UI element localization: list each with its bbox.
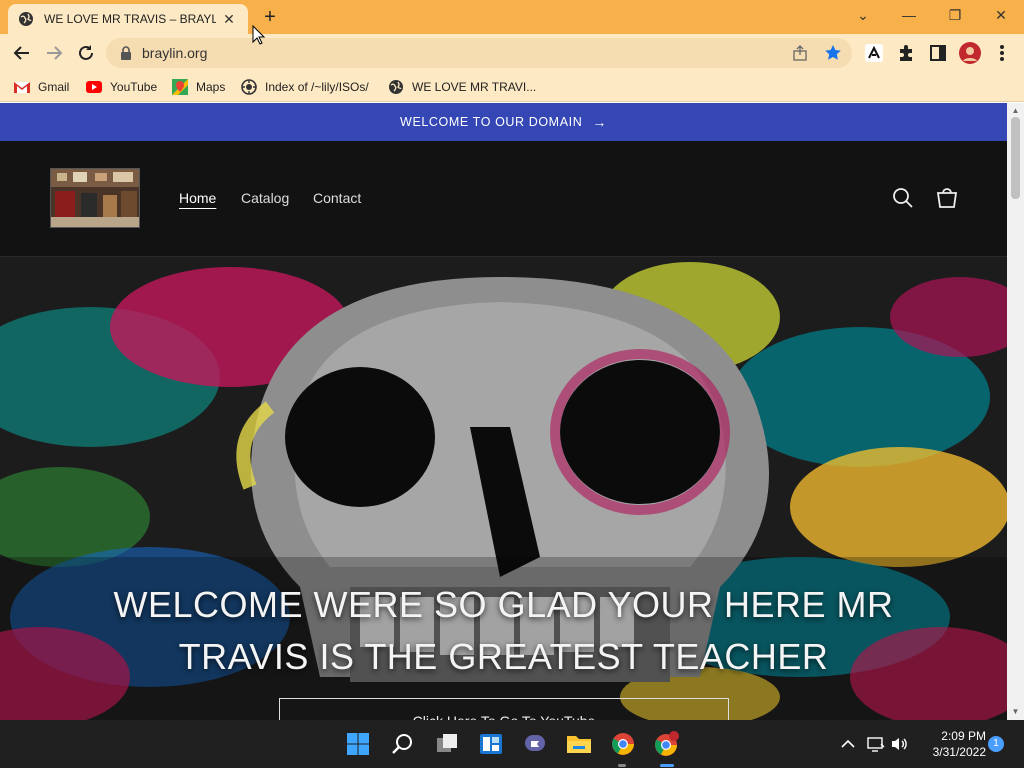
extension-a-icon[interactable] — [862, 41, 886, 65]
bookmark-star-icon[interactable] — [824, 44, 842, 62]
index-icon — [241, 79, 257, 95]
bookmark-index[interactable]: Index of /~lily/ISOs/ — [241, 76, 369, 98]
announcement-bar[interactable]: WELCOME TO OUR DOMAIN → — [0, 103, 1007, 141]
widgets-icon — [480, 734, 502, 754]
task-view-icon — [437, 734, 457, 752]
back-arrow-icon — [13, 46, 29, 60]
nav-catalog[interactable]: Catalog — [241, 190, 289, 206]
browser-menu-button[interactable] — [990, 41, 1014, 65]
running-app-indicator — [618, 764, 626, 767]
tray-overflow-button[interactable] — [834, 730, 862, 758]
gmail-icon — [14, 82, 30, 93]
share-icon[interactable] — [792, 45, 808, 61]
bookmark-label: WE LOVE MR TRAVI... — [412, 80, 537, 94]
nav-contact[interactable]: Contact — [313, 190, 361, 206]
tab-title: WE LOVE MR TRAVIS – BRAYLIN.O — [44, 12, 216, 26]
windows-start-icon — [347, 733, 369, 755]
bookmark-maps[interactable]: Maps — [172, 76, 225, 98]
store-photo-logo-icon — [51, 169, 139, 227]
scroll-down-arrow-icon[interactable]: ▼ — [1010, 706, 1021, 717]
bookmark-label: Index of /~lily/ISOs/ — [265, 80, 369, 94]
mouse-cursor-icon — [252, 25, 266, 45]
chrome-profile-taskbar-button[interactable] — [653, 730, 681, 758]
forward-button[interactable] — [42, 41, 66, 65]
chrome-profile-icon — [655, 731, 679, 756]
windows-start-button[interactable] — [344, 730, 372, 758]
extensions-puzzle-icon[interactable] — [894, 41, 918, 65]
side-panel-icon[interactable] — [926, 41, 950, 65]
windows-taskbar: 2:09 PM 3/31/2022 1 — [0, 720, 1024, 768]
profile-avatar-icon — [959, 42, 981, 64]
arrow-right-icon: → — [592, 114, 607, 130]
nav-home[interactable]: Home — [179, 190, 216, 206]
forward-arrow-icon — [47, 46, 63, 60]
taskbar-search-button[interactable] — [389, 730, 417, 758]
hero-title: WELCOME WERE SO GLAD YOUR HERE MR TRAVIS… — [113, 584, 894, 677]
file-explorer-icon — [567, 736, 591, 753]
kebab-menu-icon — [1000, 45, 1004, 61]
task-view-button[interactable] — [433, 730, 461, 758]
site-logo[interactable] — [50, 168, 140, 228]
globe-icon — [389, 80, 403, 94]
clock-date: 3/31/2022 — [932, 745, 986, 759]
active-app-indicator — [660, 764, 674, 767]
reload-button[interactable] — [74, 41, 98, 65]
profile-avatar[interactable] — [958, 41, 982, 65]
bookmark-label: Gmail — [38, 80, 70, 94]
puzzle-icon — [900, 45, 912, 61]
screen: WE LOVE MR TRAVIS – BRAYLIN.O ✕ + ⌄ — ❐ … — [0, 0, 1024, 768]
clock-time: 2:09 PM — [941, 729, 986, 743]
search-icon[interactable] — [890, 185, 916, 211]
bookmark-youtube[interactable]: YouTube — [86, 76, 157, 98]
page-viewport: WELCOME TO OUR DOMAIN → Home Catalog Con… — [0, 103, 1024, 720]
youtube-icon — [86, 81, 102, 93]
teams-chat-icon — [525, 735, 545, 751]
scrollbar-thumb[interactable] — [1011, 117, 1020, 199]
minimize-button[interactable]: — — [894, 4, 924, 26]
scroll-up-arrow-icon[interactable]: ▲ — [1010, 105, 1021, 116]
globe-icon — [19, 12, 33, 26]
maps-icon — [172, 79, 188, 95]
restore-button[interactable]: ❐ — [940, 4, 970, 26]
sidebar-toggle-icon — [930, 45, 946, 61]
bookmark-label: Maps — [196, 80, 226, 94]
notification-badge[interactable]: 1 — [988, 736, 1004, 752]
search-icon — [392, 734, 412, 754]
tab-strip: WE LOVE MR TRAVIS – BRAYLIN.O ✕ + ⌄ — ❐ … — [0, 0, 1024, 34]
volume-control[interactable] — [886, 730, 914, 758]
url-text: braylin.org — [142, 45, 208, 61]
close-window-button[interactable]: ✕ — [986, 4, 1016, 26]
widgets-button[interactable] — [477, 730, 505, 758]
tab-search-dropdown-icon[interactable]: ⌄ — [848, 4, 878, 26]
address-bar[interactable]: braylin.org — [106, 38, 852, 68]
tab-close-icon[interactable]: ✕ — [220, 10, 238, 28]
page-scrollbar[interactable]: ▲ ▼ — [1007, 103, 1024, 720]
arc-extension-icon — [865, 44, 883, 62]
back-button[interactable] — [10, 41, 34, 65]
bookmarks-bar: Gmail YouTube Maps Index of /~lily/ISOs/… — [0, 72, 1024, 102]
bookmark-we-love-mr-travis[interactable]: WE LOVE MR TRAVI... — [388, 76, 536, 98]
announcement-text: WELCOME TO OUR DOMAIN — [400, 115, 583, 129]
reload-icon — [79, 45, 93, 60]
speaker-icon — [892, 738, 907, 750]
chrome-taskbar-button[interactable] — [609, 730, 637, 758]
site-header: Home Catalog Contact — [0, 141, 1007, 257]
cart-icon[interactable] — [934, 185, 960, 211]
file-explorer-button[interactable] — [565, 730, 593, 758]
bookmark-label: YouTube — [110, 80, 158, 94]
network-icon — [867, 737, 885, 752]
lock-icon[interactable] — [120, 46, 132, 60]
chevron-up-icon — [841, 739, 855, 748]
browser-toolbar: braylin.org — [0, 34, 1024, 72]
hero-banner: WELCOME WERE SO GLAD YOUR HERE MR TRAVIS… — [0, 257, 1007, 720]
chrome-icon — [612, 733, 634, 755]
browser-tab-active[interactable]: WE LOVE MR TRAVIS – BRAYLIN.O ✕ — [8, 4, 248, 34]
bookmark-gmail[interactable]: Gmail — [14, 76, 69, 98]
teams-chat-button[interactable] — [521, 730, 549, 758]
youtube-link-button[interactable]: Click Here To Go To YouTube — [279, 698, 729, 720]
system-clock[interactable]: 2:09 PM 3/31/2022 — [916, 728, 986, 760]
